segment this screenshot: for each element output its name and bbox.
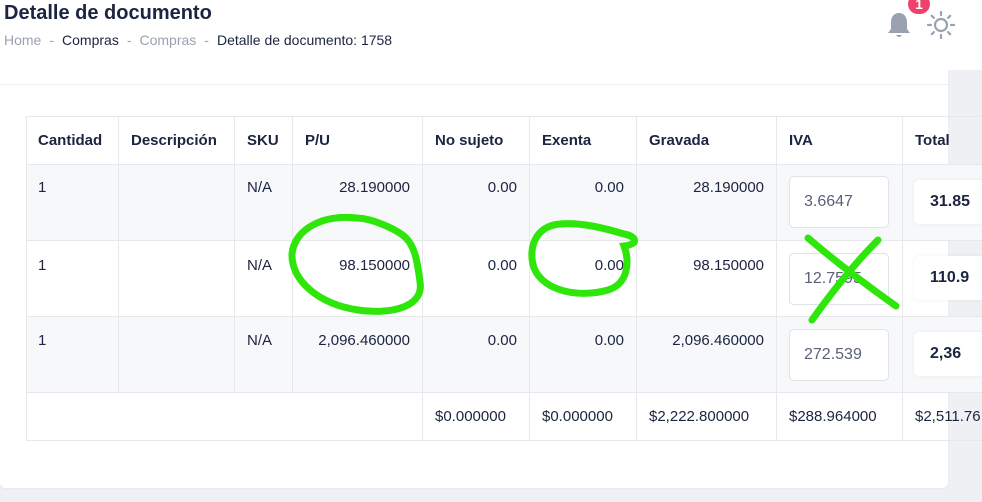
items-table: Cantidad Descripción SKU P/U No sujeto E… bbox=[0, 0, 982, 502]
header-cantidad[interactable]: Cantidad bbox=[26, 132, 114, 149]
header-gravada[interactable]: Gravada bbox=[637, 132, 721, 149]
header-exenta[interactable]: Exenta bbox=[530, 132, 603, 149]
table-border bbox=[26, 240, 982, 241]
table-border bbox=[26, 316, 982, 317]
cell-pu: 28.190000 bbox=[339, 179, 410, 196]
cell-cantidad: 1 bbox=[38, 332, 47, 349]
table-border bbox=[26, 164, 982, 165]
table-border bbox=[529, 116, 530, 440]
total-total: $2,511.76 bbox=[915, 408, 981, 425]
total-gravada: $2,222.800000 bbox=[649, 408, 750, 425]
table-border bbox=[234, 116, 235, 392]
table-border bbox=[292, 116, 293, 392]
table-border bbox=[902, 116, 903, 440]
header-total[interactable]: Total bbox=[903, 132, 962, 149]
table-border bbox=[422, 116, 423, 440]
cell-exenta: 0.00 bbox=[594, 257, 624, 274]
total-no-sujeto: $0.000000 bbox=[435, 408, 506, 425]
header-descripcion[interactable]: Descripción bbox=[119, 132, 229, 149]
cell-exenta: 0.00 bbox=[594, 332, 624, 349]
total-exenta: $0.000000 bbox=[542, 408, 613, 425]
cell-cantidad: 1 bbox=[38, 257, 47, 274]
cell-total: 31.85 bbox=[914, 180, 982, 224]
cell-no-sujeto: 0.00 bbox=[487, 179, 517, 196]
iva-input[interactable] bbox=[789, 176, 889, 228]
table-border bbox=[26, 116, 27, 440]
cell-sku: N/A bbox=[247, 257, 273, 274]
cell-gravada: 98.150000 bbox=[693, 257, 764, 274]
cell-gravada: 2,096.460000 bbox=[672, 332, 764, 349]
table-border bbox=[776, 116, 777, 440]
total-iva: $288.964000 bbox=[789, 408, 877, 425]
cell-no-sujeto: 0.00 bbox=[487, 257, 517, 274]
iva-input[interactable] bbox=[789, 253, 889, 305]
cell-pu: 2,096.460000 bbox=[318, 332, 410, 349]
cell-gravada: 28.190000 bbox=[693, 179, 764, 196]
header-no-sujeto[interactable]: No sujeto bbox=[423, 132, 515, 149]
iva-input[interactable] bbox=[789, 329, 889, 381]
cell-sku: N/A bbox=[247, 332, 273, 349]
table-border bbox=[636, 116, 637, 440]
cell-no-sujeto: 0.00 bbox=[487, 332, 517, 349]
table-border bbox=[26, 392, 982, 393]
header-sku[interactable]: SKU bbox=[235, 132, 291, 149]
cell-pu: 98.150000 bbox=[339, 257, 410, 274]
table-border bbox=[118, 116, 119, 392]
cell-cantidad: 1 bbox=[38, 179, 47, 196]
table-border bbox=[26, 440, 982, 441]
cell-total: 2,36 bbox=[914, 332, 982, 376]
header-pu[interactable]: P/U bbox=[293, 132, 342, 149]
cell-total: 110.9 bbox=[914, 256, 982, 300]
table-border bbox=[26, 116, 982, 117]
cell-sku: N/A bbox=[247, 179, 273, 196]
header-iva[interactable]: IVA bbox=[777, 132, 825, 149]
cell-exenta: 0.00 bbox=[594, 179, 624, 196]
